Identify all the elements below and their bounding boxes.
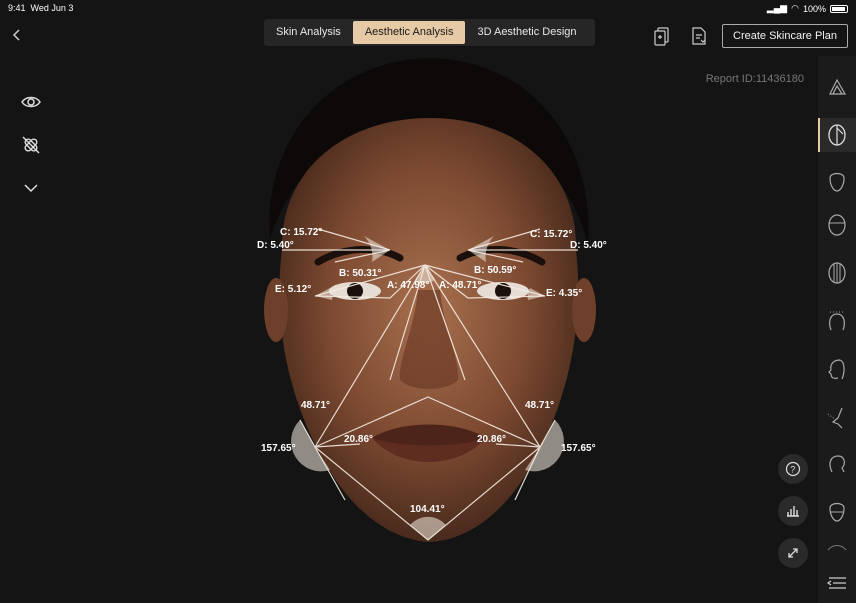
collapse-menu-icon [826,577,846,589]
angle-b-left: B: 50.31° [339,268,381,279]
signal-icon: ▂▄▆ [766,3,788,13]
toggle-markers-button[interactable] [18,133,44,157]
document-download-icon [692,27,706,45]
face-shape [279,118,579,542]
rail-head-dotted[interactable] [818,304,856,338]
compare-button[interactable] [653,26,671,51]
compare-doc-icon [654,27,669,46]
expand-icon [788,548,798,558]
create-skincare-plan-button[interactable]: Create Skincare Plan [722,24,848,48]
half-face-icon [828,124,846,146]
fullscreen-button[interactable] [778,538,808,568]
chevron-left-icon [12,29,20,41]
head-side-icon [829,455,845,473]
profile-icon [828,359,845,380]
angle-d-right: D: 5.40° [570,240,607,251]
battery-label: 100% [802,3,826,14]
rail-face-ratio[interactable] [818,208,856,242]
rail-face-grid[interactable] [818,256,856,290]
svg-text:?: ? [790,465,795,475]
rail-face-contour[interactable] [818,70,856,104]
rail-lips[interactable] [818,532,856,566]
angle-jaw-right: 157.65° [561,443,596,454]
export-button[interactable] [690,26,708,51]
hair-shape [269,58,589,245]
bandage-off-icon [22,136,40,154]
chevron-down-icon [24,184,38,193]
angle-mouth-right: 20.86° [477,434,506,445]
angle-jaw-left: 157.65° [261,443,296,454]
expand-tools-button[interactable] [18,176,44,200]
statistics-button[interactable] [778,496,808,526]
toggle-visibility-button[interactable] [18,90,44,114]
angle-jaw-left-upper: 48.71° [301,400,330,411]
bar-chart-icon [787,506,799,517]
status-right: ▂▄▆ ◠ 100% [767,3,848,14]
wifi-icon: ◠ [791,3,799,13]
analysis-tabs: Skin Analysis Aesthetic Analysis 3D Aest… [264,19,595,46]
nose-profile-icon [827,407,843,429]
rail-profile[interactable] [818,352,856,386]
analysis-type-rail [818,56,856,603]
rail-head-side[interactable] [818,446,856,480]
head-dotted-icon [829,311,845,331]
angle-jaw-right-upper: 48.71° [525,400,554,411]
lips-icon [827,545,847,551]
angle-a-left: A: 47.98° [387,280,429,291]
face-grid-icon [828,262,846,284]
help-icon: ? [785,461,801,477]
tab-aesthetic-analysis[interactable]: Aesthetic Analysis [352,21,466,44]
rail-collapse[interactable] [818,566,856,600]
angle-c-right: C: 15.72° [530,229,572,240]
report-id: Report ID:11436180 [705,73,804,85]
eye-icon [21,96,41,108]
rail-half-face[interactable] [818,118,856,152]
help-button[interactable]: ? [778,454,808,484]
face-ratio-icon [828,214,846,236]
angle-e-right: E: 4.35° [546,288,582,299]
tab-skin-analysis[interactable]: Skin Analysis [264,19,353,46]
rail-nose-profile[interactable] [818,400,856,434]
angle-d-left: D: 5.40° [257,240,294,251]
angle-c-left: C: 15.72° [280,227,322,238]
angle-a-right: A: 48.71° [439,280,481,291]
angle-e-left: E: 5.12° [275,284,311,295]
rail-chin[interactable] [818,494,856,528]
angle-b-right: B: 50.59° [474,265,516,276]
face-contour-icon [829,78,847,95]
status-time: 9:41 Wed Jun 3 [8,3,74,13]
tab-3d-aesthetic-design[interactable]: 3D Aesthetic Design [465,19,588,46]
back-button[interactable] [10,26,24,44]
battery-icon [830,4,848,13]
angle-chin: 104.41° [410,504,445,515]
angle-mouth-left: 20.86° [344,434,373,445]
face-outline-icon [829,172,845,192]
chin-icon [829,502,845,522]
rail-face-outline[interactable] [818,164,856,198]
status-bar: 9:41 Wed Jun 3 ▂▄▆ ◠ 100% [0,0,856,16]
face-analysis-canvas: C: 15.72° D: 5.40° B: 50.31° E: 5.12° A:… [257,58,607,542]
